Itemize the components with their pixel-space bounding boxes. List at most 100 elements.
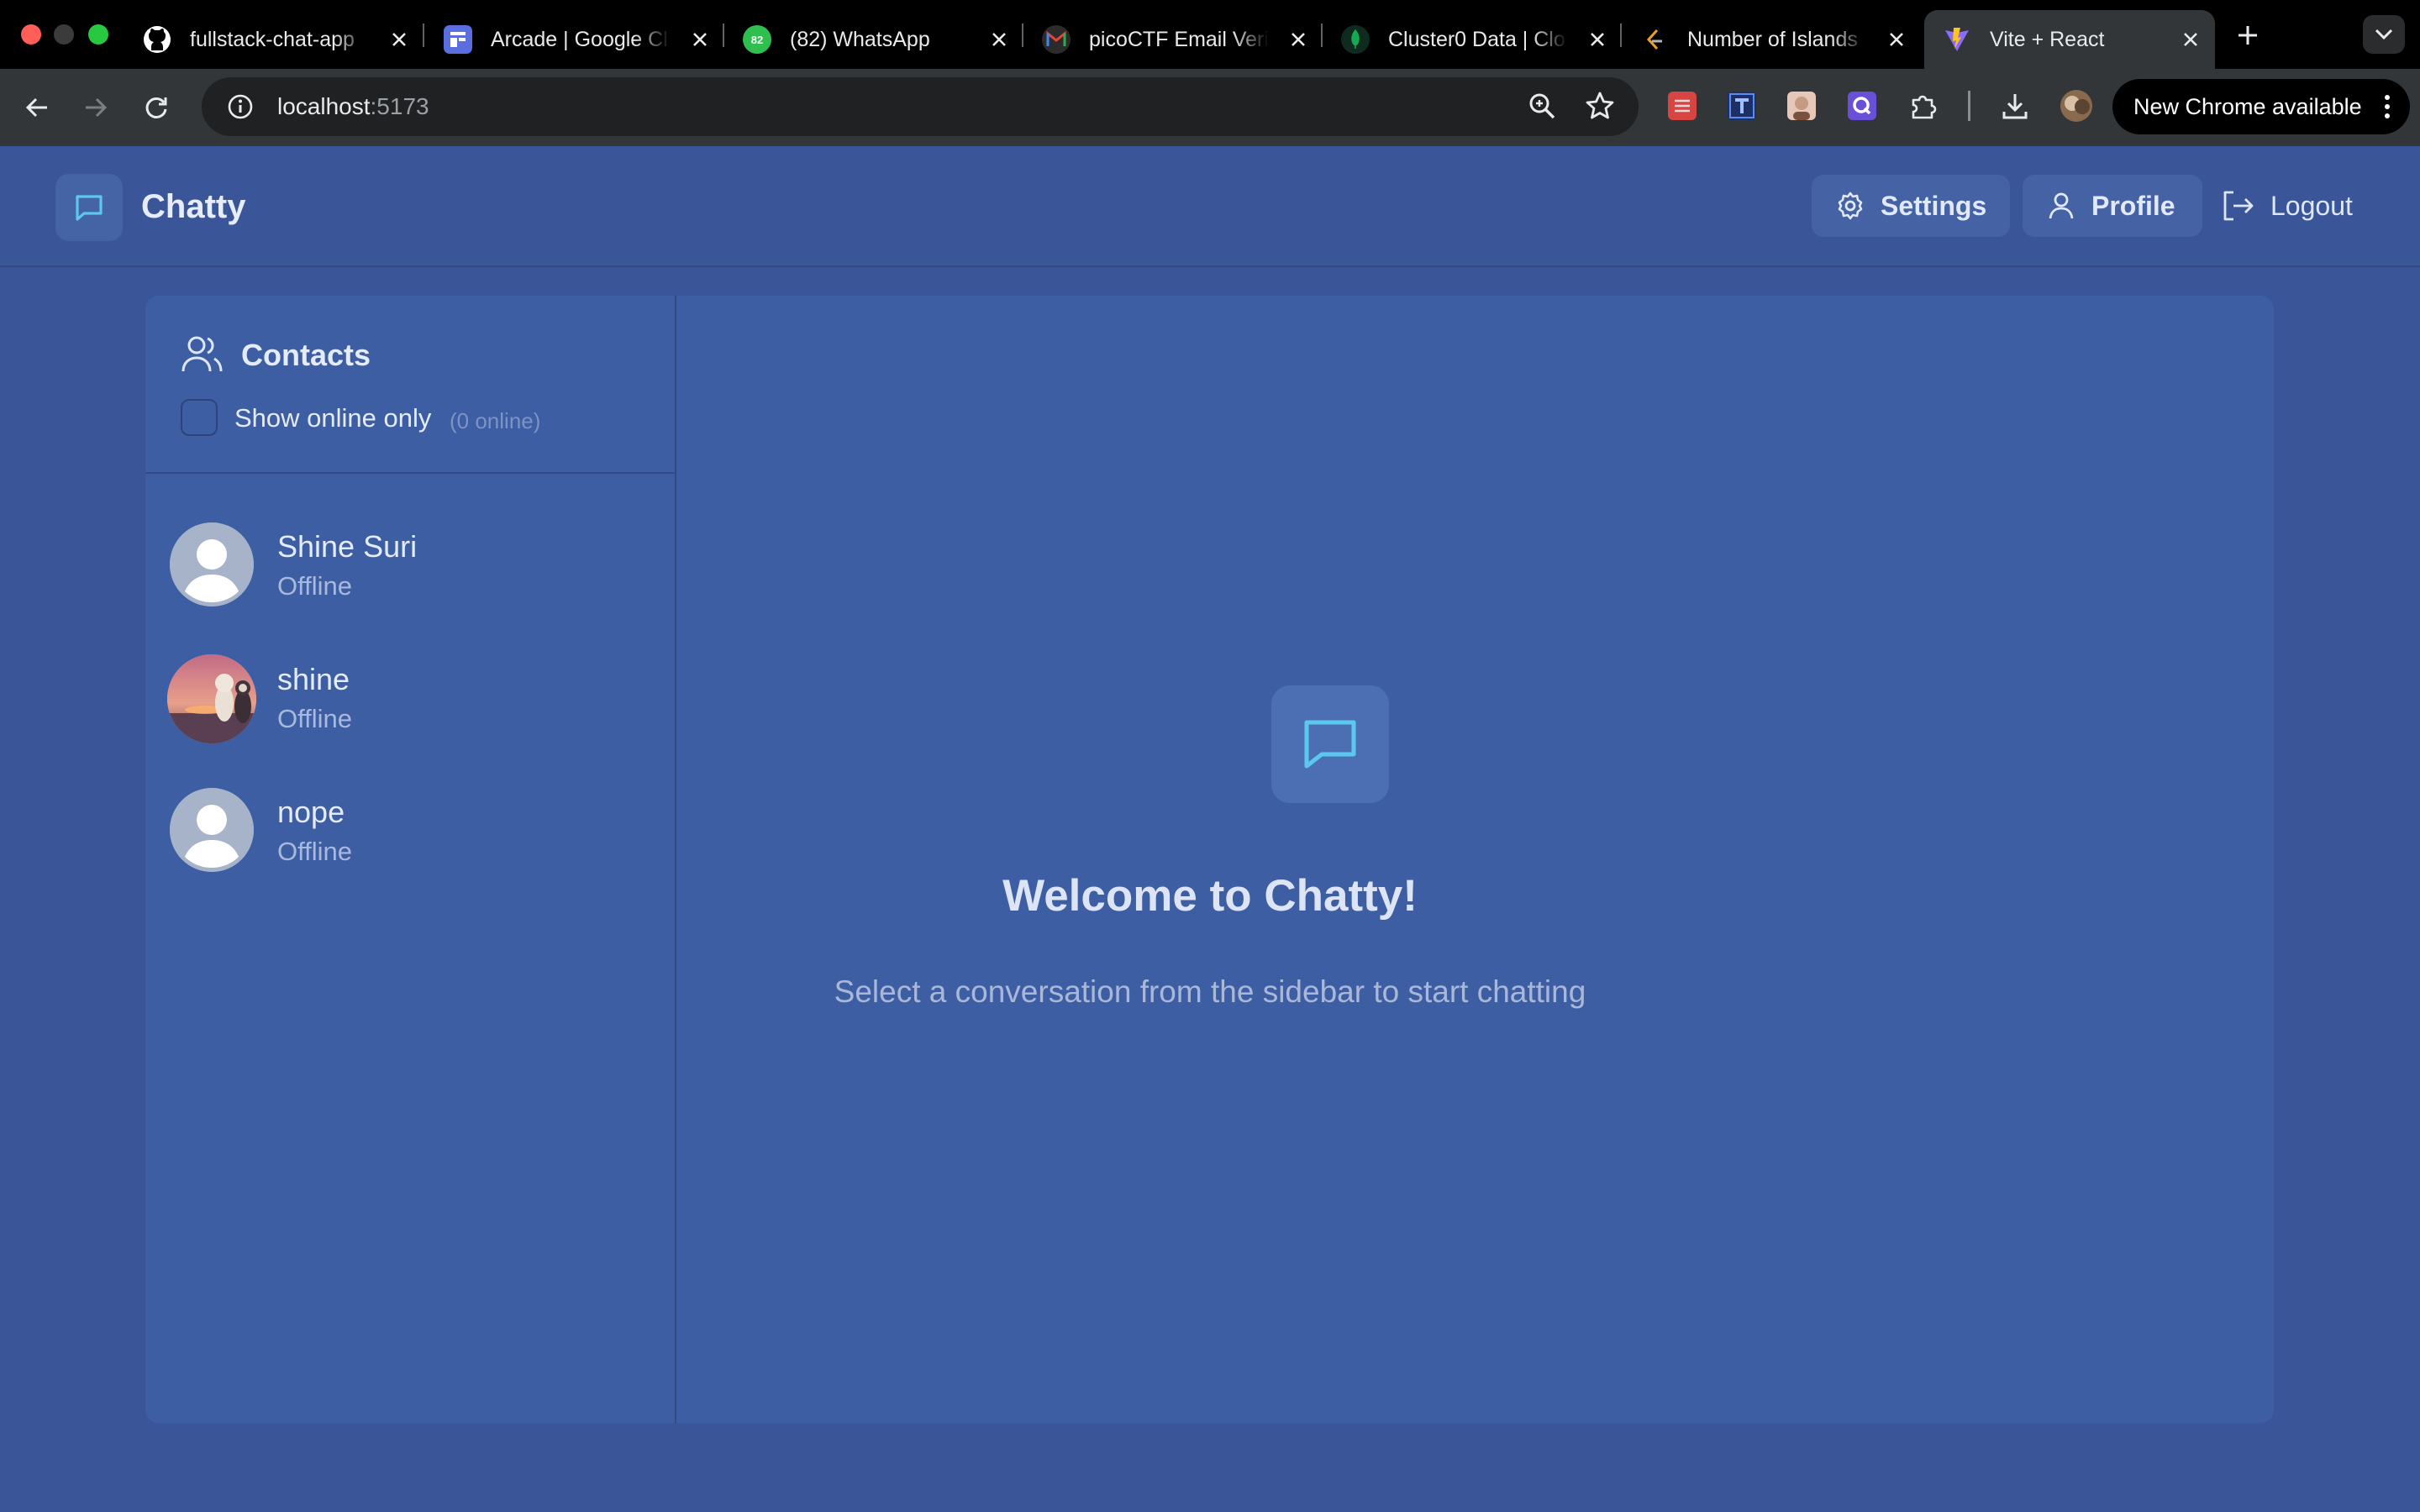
default-avatar [170,522,254,606]
welcome-title: Welcome to Chatty! [1002,871,1418,921]
tab-separator [1620,24,1622,47]
app-title[interactable]: Chatty [141,188,245,226]
close-icon[interactable] [983,24,1015,55]
arcade-icon [444,25,472,54]
back-button[interactable] [17,87,57,128]
users-icon [181,334,224,375]
tab-search-button[interactable] [2363,15,2405,54]
contact-name: shine [277,662,350,696]
tab-title: Number of Islands [1687,27,1858,51]
tab-title: picoCTF Email Veri [1089,27,1269,51]
github-icon [143,25,171,54]
browser-tab-arcade[interactable]: Arcade | Google Cl [439,10,724,69]
url-host: localhost [277,93,371,119]
close-icon[interactable] [1282,24,1314,55]
zoom-icon[interactable] [1528,92,1556,120]
close-icon[interactable] [684,24,716,55]
tab-separator [423,24,424,47]
whatsapp-icon: 82 [743,25,771,54]
close-icon[interactable] [383,24,415,55]
contact-item[interactable]: Shine Suri Offline [145,506,675,638]
reload-icon [145,97,167,118]
browser-tab-mongodb[interactable]: Cluster0 Data | Clo [1336,10,1622,69]
default-avatar [170,788,254,872]
url-port: :5173 [370,93,429,119]
welcome-icon [1271,685,1389,803]
tab-separator [1022,24,1023,47]
chrome-update-button[interactable]: New Chrome available [2112,79,2410,134]
close-icon[interactable] [1581,24,1613,55]
extensions-puzzle-icon[interactable] [1909,92,1938,120]
browser-tab-leetcode[interactable]: Number of Islands [1635,10,1921,69]
whatsapp-badge: 82 [750,33,764,46]
online-count: (0 online) [450,408,541,433]
show-online-label[interactable]: Show online only [234,403,431,433]
message-square-icon [1304,720,1356,769]
app-header: Chatty Settings Profile Logout [0,146,2420,267]
gear-icon [1835,191,1865,221]
user-icon [2046,191,2076,221]
url-text[interactable]: localhost:5173 [277,93,429,120]
logout-label: Logout [2270,190,2353,221]
profile-avatar[interactable] [2060,90,2092,122]
bookmark-star-icon[interactable] [1585,91,1615,121]
site-info-icon[interactable] [225,92,255,122]
show-online-checkbox[interactable] [181,399,218,436]
extension-q-icon[interactable] [1848,92,1876,120]
settings-button[interactable]: Settings [1812,175,2010,237]
tab-separator [723,24,724,47]
window-minimize-button[interactable] [54,24,74,45]
new-tab-button[interactable] [2231,18,2265,52]
welcome-subtitle: Select a conversation from the sidebar t… [834,974,1586,1009]
profile-button[interactable]: Profile [2023,175,2202,237]
contact-status: Offline [277,704,353,733]
contacts-title: Contacts [241,338,371,372]
update-label: New Chrome available [2133,93,2362,119]
arrow-left-icon [25,97,47,118]
plus-icon [2238,26,2257,45]
browser-tab-strip: fullstack-chat-app Arcade | Google Cl 82… [0,0,2420,69]
close-icon[interactable] [1881,24,1912,55]
contact-name: Shine Suri [277,529,418,564]
arrow-right-icon [86,97,108,118]
sidebar-header: Contacts Show online only (0 online) [145,296,675,474]
browser-tab-vite-react[interactable]: Vite + React [1924,10,2215,69]
logout-button[interactable]: Logout [2210,175,2412,237]
contact-item[interactable]: shine Offline [145,638,675,771]
photo-avatar [167,654,256,743]
forward-button[interactable] [76,87,116,128]
window-maximize-button[interactable] [88,24,108,45]
download-icon[interactable] [2001,92,2029,120]
chevron-down-icon [2375,29,2393,40]
settings-label: Settings [1881,190,1987,221]
profile-label: Profile [2091,190,2175,221]
app-logo[interactable] [55,174,123,241]
tab-title: fullstack-chat-app [190,27,355,51]
extension-face-icon[interactable] [1787,92,1816,120]
tab-title: Vite + React [1990,27,2105,51]
browser-tab-github[interactable]: fullstack-chat-app [138,10,424,69]
extension-red-icon[interactable] [1668,92,1697,120]
tab-separator [1321,24,1323,47]
close-icon[interactable] [2175,24,2207,55]
contact-status: Offline [277,837,353,866]
message-square-icon [76,195,103,221]
tab-title: Arcade | Google Cl [491,27,668,51]
address-bar[interactable]: localhost:5173 [202,77,1639,136]
contact-status: Offline [277,571,353,601]
gmail-icon [1042,25,1071,54]
contacts-sidebar: Contacts Show online only (0 online) Shi… [145,296,676,1423]
browser-tab-picoctf[interactable]: picoCTF Email Veri [1037,10,1323,69]
more-vertical-icon[interactable] [2383,94,2391,119]
leetcode-icon [1640,25,1669,54]
tab-title: Cluster0 Data | Clo [1388,27,1565,51]
tab-title: (82) WhatsApp [790,27,930,51]
browser-toolbar: localhost:5173 [0,69,2420,146]
browser-tab-whatsapp[interactable]: 82 (82) WhatsApp [738,10,1023,69]
extension-t-icon[interactable] [1728,92,1756,120]
window-close-button[interactable] [21,24,41,45]
mongodb-leaf-icon [1341,25,1370,54]
vite-icon [1943,25,1971,54]
reload-button[interactable] [136,87,176,128]
chat-container: Contacts Show online only (0 online) Shi… [145,296,2274,1423]
